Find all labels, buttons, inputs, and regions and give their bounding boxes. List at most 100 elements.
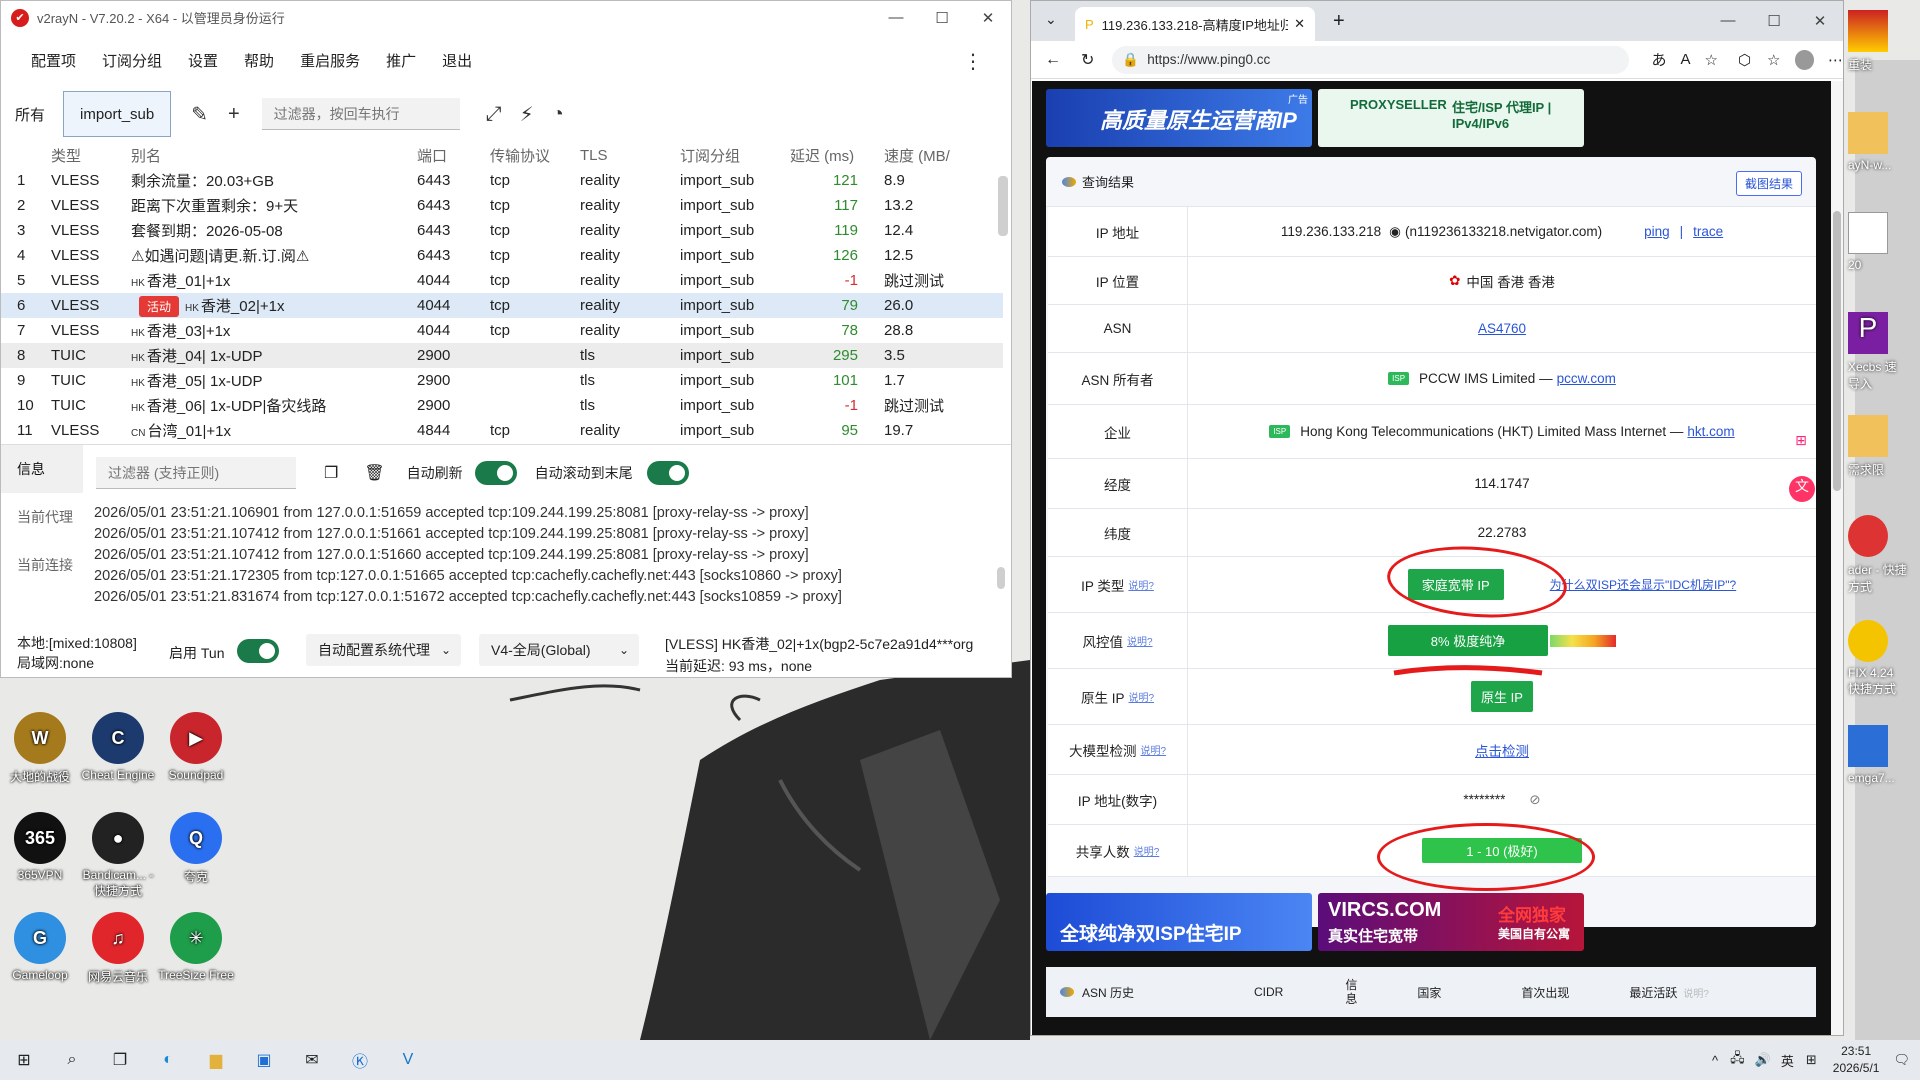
table-row[interactable]: 2 VLESS 距离下次重置剩余：9+天 6443 tcp reality import_s… (1, 193, 1003, 218)
help-link[interactable]: 说明? (1140, 742, 1166, 757)
maximize-icon[interactable]: ☐ (1751, 4, 1797, 37)
auto-refresh-toggle[interactable] (474, 461, 517, 485)
desktop-icon[interactable]: emga7... (1848, 725, 1908, 785)
tray-expand-icon[interactable]: ^ (1712, 1053, 1718, 1068)
table-scrollbar[interactable] (998, 176, 1008, 236)
asn-link[interactable]: AS4760 (1478, 321, 1526, 336)
menu-item-settings[interactable]: 设置 (188, 50, 218, 71)
tun-toggle[interactable] (237, 639, 279, 663)
refresh-icon[interactable]: ↻ (1081, 50, 1094, 70)
ime-grid-icon[interactable]: ⊞ (1806, 1052, 1817, 1068)
file-explorer-icon[interactable]: ▆ (192, 1040, 240, 1080)
eye-icon[interactable]: ◉ (1389, 224, 1401, 240)
llm-check-link[interactable]: 点击检测 (1475, 740, 1529, 760)
table-row[interactable]: 5 VLESS HK 香港_01|+1x 4044 tcp reality import_su… (1, 268, 1003, 293)
desktop-icon[interactable]: 365 365VPN (0, 812, 80, 882)
store-icon[interactable]: ▣ (240, 1040, 288, 1080)
table-row[interactable]: 4 VLESS ⚠如遇问题|请更.新.订.阅⚠ 6443 tcp reality impor… (1, 243, 1003, 268)
table-row[interactable]: 7 VLESS HK 香港_03|+1x 4044 tcp reality import_su… (1, 318, 1003, 343)
profile-avatar[interactable] (1794, 49, 1814, 70)
col-speed[interactable]: 速度 (MB/ (876, 145, 986, 166)
desktop-icon[interactable]: 需求限 (1848, 415, 1908, 478)
help-link[interactable]: 说明? (1683, 985, 1709, 1000)
desktop-icon[interactable]: FIX 4.24 快捷方式 (1848, 620, 1908, 697)
menu-item-promote[interactable]: 推广 (386, 50, 416, 71)
desktop-icon[interactable]: ● Bandicam... - 快捷方式 (78, 812, 158, 899)
browser-tab-active[interactable]: P 119.236.133.218-高精度IP地址归属 ✕ (1075, 7, 1315, 41)
scroll-thumb[interactable] (1833, 211, 1841, 491)
maximize-icon[interactable]: ☐ (919, 1, 965, 34)
desktop-icon[interactable]: G Gameloop (0, 912, 80, 982)
desktop-icon[interactable]: C Cheat Engine (78, 712, 158, 782)
close-icon[interactable]: ✕ (1797, 4, 1843, 37)
menu-item-help[interactable]: 帮助 (244, 50, 274, 71)
desktop-icon[interactable]: P Xecbs 速导入 (1848, 312, 1908, 392)
pccw-link[interactable]: pccw.com (1557, 371, 1616, 386)
v2rayn-taskbar-icon[interactable]: V (384, 1040, 432, 1080)
trace-link[interactable]: trace (1693, 224, 1723, 239)
screenshot-button[interactable]: 截图结果 (1735, 171, 1802, 196)
more-options-icon[interactable]: ⋮ (963, 49, 983, 74)
back-icon[interactable]: ← (1045, 51, 1061, 69)
browser-scrollbar[interactable] (1831, 81, 1843, 1035)
table-row[interactable]: 8 TUIC HK 香港_04| 1x-UDP 2900 tls import_sub 295… (1, 343, 1003, 368)
tab-info[interactable]: 信息 (1, 445, 83, 493)
close-tab-icon[interactable]: ✕ (1294, 16, 1305, 32)
translate-float-icon[interactable]: 文 (1789, 476, 1815, 502)
log-scrollbar[interactable] (997, 567, 1005, 589)
collections-icon[interactable]: ☆ (1767, 51, 1780, 69)
mail-icon[interactable]: ✉ (288, 1040, 336, 1080)
menu-item-config[interactable]: 配置项 (31, 50, 76, 71)
desktop-icon[interactable]: ▶ Soundpad (156, 712, 236, 782)
lightning-icon[interactable]: ⚡ (520, 102, 534, 127)
col-port[interactable]: 端口 (415, 145, 478, 166)
system-proxy-select[interactable]: 自动配置系统代理 ⌄ (306, 634, 461, 666)
desktop-icon[interactable]: 20 (1848, 212, 1908, 272)
add-plus-icon[interactable]: + (228, 103, 240, 126)
server-filter-input[interactable] (261, 98, 460, 130)
url-field[interactable]: 🔒 https://www.ping0.cc (1112, 45, 1630, 74)
volume-icon[interactable]: 🔊 (1755, 1052, 1771, 1068)
sidebar-apps-icon[interactable]: ⊞ (1789, 432, 1813, 456)
copy-icon[interactable]: ❐ (324, 463, 338, 483)
more-icon[interactable]: ⋯ (1828, 51, 1843, 69)
tab-actions-icon[interactable]: ⌄ (1045, 11, 1057, 28)
edit-pencil-icon[interactable]: ✎ (191, 102, 208, 127)
col-tls[interactable]: TLS (578, 147, 678, 164)
col-subgroup[interactable]: 订阅分组 (678, 145, 778, 166)
expand-icon[interactable]: ⤢ (486, 103, 502, 126)
desktop-icon[interactable]: Q 夸克 (156, 812, 236, 885)
table-row[interactable]: 9 TUIC HK 香港_05| 1x-UDP 2900 tls import_sub 101… (1, 368, 1003, 393)
col-alias[interactable]: 别名 (127, 145, 415, 166)
close-icon[interactable]: ✕ (965, 1, 1011, 34)
ping-link[interactable]: ping (1644, 224, 1670, 239)
col-latency[interactable]: 延迟 (ms) (778, 145, 876, 166)
ad-banner-bestproxy[interactable]: 全球纯净双ISP住宅IP (1046, 893, 1312, 951)
network-icon[interactable]: 🖧 (1730, 1049, 1745, 1071)
desktop-icon[interactable]: ♫ 网易云音乐 (78, 912, 158, 985)
desktop-icon[interactable]: ayN-w... (1848, 112, 1908, 172)
v2rayn-titlebar[interactable]: ✔ v2rayN - V7.20.2 - X64 - 以管理员身份运行 (1, 1, 1011, 34)
help-link[interactable]: 说明? (1128, 689, 1154, 704)
tab-current-connections[interactable]: 当前连接 (1, 541, 83, 589)
speedometer-icon[interactable]: ◔ (552, 103, 564, 126)
clock[interactable]: 23:51 2026/5/1 (1833, 1043, 1880, 1077)
col-network[interactable]: 传输协议 (478, 145, 578, 166)
ad-banner-proxyseller[interactable]: PROXYSELLER 住宅/ISP 代理IP | IPv4/IPv6 (1318, 89, 1584, 147)
ad-banner-vircs[interactable]: VIRCS.COM 真实住宅宽带 全网独家 美国自有公寓 (1318, 893, 1584, 951)
favorite-star-icon[interactable]: ☆ (1704, 51, 1717, 69)
tab-current-proxy[interactable]: 当前代理 (1, 493, 83, 541)
new-tab-icon[interactable]: + (1333, 10, 1345, 33)
menu-item-exit[interactable]: 退出 (442, 50, 472, 71)
routing-select[interactable]: V4-全局(Global) ⌄ (479, 634, 639, 666)
k-app-icon[interactable]: Ⓚ (336, 1040, 384, 1080)
menu-item-restart[interactable]: 重启服务 (300, 50, 360, 71)
extensions-icon[interactable]: ⬡ (1738, 51, 1751, 69)
help-link[interactable]: 说明? (1127, 633, 1153, 648)
desktop-icon[interactable]: ✳ TreeSize Free (156, 912, 236, 982)
tab-import-sub[interactable]: import_sub (63, 91, 172, 137)
idc-question-link[interactable]: 为什么双ISP还会显示"IDC机房IP"? (1550, 576, 1737, 593)
notification-icon[interactable]: 🗨 (1893, 1052, 1910, 1068)
task-view-icon[interactable]: ❐ (96, 1040, 144, 1080)
hkt-link[interactable]: hkt.com (1687, 424, 1734, 439)
